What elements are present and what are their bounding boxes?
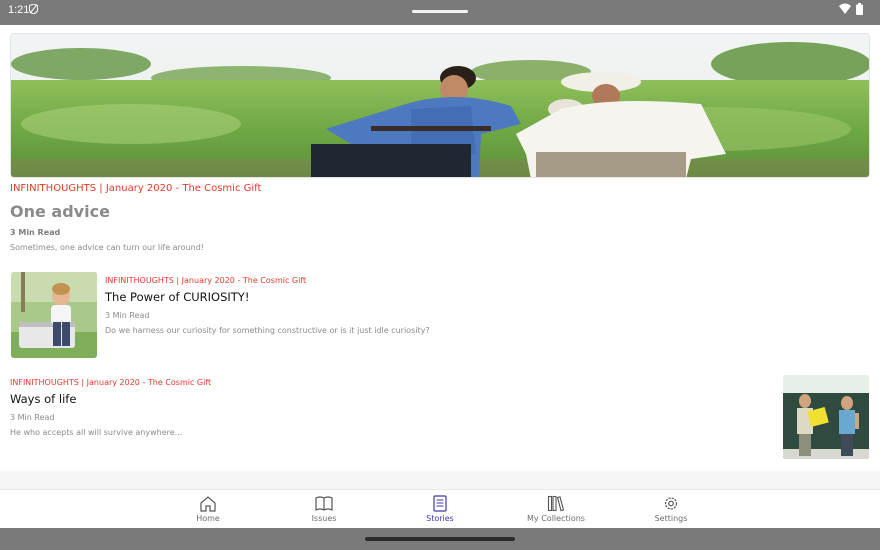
nav-stories[interactable]: Stories — [395, 490, 485, 529]
nav-issues[interactable]: Issues — [279, 490, 369, 529]
nav-label: Home — [196, 514, 220, 523]
status-time: 1:21 — [8, 4, 30, 16]
nav-label: Stories — [426, 514, 454, 523]
hero-meta: INFINITHOUGHTS | January 2020 - The Cosm… — [10, 183, 262, 194]
status-bar: 1:21 — [0, 0, 880, 25]
home-gesture-handle[interactable] — [365, 537, 515, 541]
nav-my-collections[interactable]: My Collections — [511, 490, 601, 529]
wifi-icon — [839, 3, 851, 14]
hero-read-time: 3 Min Read — [10, 228, 61, 237]
story-title[interactable]: Ways of life — [10, 392, 76, 406]
nav-label: Settings — [654, 514, 688, 523]
library-icon — [547, 495, 565, 512]
gear-icon — [664, 497, 678, 510]
feed-bottom-spacer — [0, 471, 880, 489]
hero-description: Sometimes, one advice can turn our life … — [10, 243, 204, 252]
nav-label: Issues — [311, 514, 337, 523]
nav-home[interactable]: Home — [163, 490, 253, 529]
story-title[interactable]: The Power of CURIOSITY! — [105, 290, 249, 304]
child-photo — [11, 272, 97, 358]
story-description: Do we harness our curiosity for somethin… — [105, 326, 430, 335]
stories-feed: INFINITHOUGHTS | January 2020 - The Cosm… — [0, 25, 880, 471]
story-thumbnail-child[interactable] — [11, 272, 97, 358]
story-meta: INFINITHOUGHTS | January 2020 - The Cosm… — [10, 378, 212, 387]
system-navigation-bar — [0, 528, 880, 550]
battery-icon — [856, 3, 863, 15]
nav-label: My Collections — [527, 514, 585, 523]
story-read-time: 3 Min Read — [105, 311, 150, 320]
nav-settings[interactable]: Settings — [626, 490, 716, 529]
story-thumbnail-classroom[interactable] — [783, 375, 869, 459]
bottom-navigation: Home Issues Stories My Collections Setti… — [0, 489, 880, 528]
story-meta: INFINITHOUGHTS | January 2020 - The Cosm… — [105, 276, 307, 285]
classroom-photo — [783, 375, 869, 459]
story-read-time: 3 Min Read — [10, 413, 55, 422]
hero-title[interactable]: One advice — [10, 202, 110, 221]
hero-photo-farmers — [11, 34, 869, 177]
open-book-icon — [315, 496, 333, 511]
story-description: He who accepts all will survive anywhere… — [10, 428, 183, 437]
shield-icon — [29, 4, 38, 14]
home-icon — [200, 496, 216, 512]
hero-image[interactable] — [10, 33, 870, 178]
document-icon — [433, 495, 447, 512]
handle-pill — [412, 10, 468, 13]
